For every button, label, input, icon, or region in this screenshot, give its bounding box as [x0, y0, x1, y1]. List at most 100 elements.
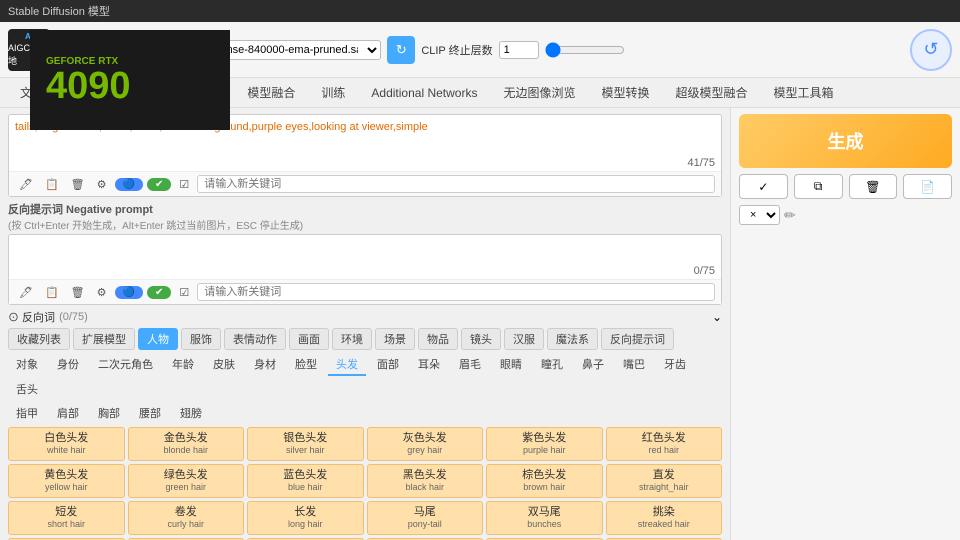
tag-black-hair[interactable]: 黑色头发black hair: [367, 464, 484, 498]
prompt-copy-btn[interactable]: 📋: [41, 176, 63, 193]
cat-tab-expr[interactable]: 表情动作: [224, 328, 286, 350]
neg-text: [9, 235, 721, 263]
save-result-btn[interactable]: 📄: [903, 174, 952, 199]
neg-copy-btn[interactable]: 📋: [41, 284, 63, 301]
fanword-count: (0/75): [59, 311, 88, 323]
fanword-label: ⊙ 反向词: [8, 309, 55, 325]
toggle-blue-btn[interactable]: 🔵: [115, 178, 143, 191]
negative-prompt-section: 反向提示词 Negative prompt (按 Ctrl+Enter 开始生成…: [8, 201, 722, 305]
prompt-clear-btn[interactable]: 🗑: [67, 176, 89, 193]
sub-tab-hair[interactable]: 头发: [328, 354, 366, 376]
tag-streaked-hair[interactable]: 挑染streaked hair: [606, 501, 723, 535]
generate-button[interactable]: 生成: [739, 114, 952, 168]
sub-tab-age[interactable]: 年龄: [164, 354, 202, 376]
sub-tab-shoulder[interactable]: 肩部: [49, 403, 87, 423]
tag-ponytail[interactable]: 马尾pony-tail: [367, 501, 484, 535]
tab-super-merge[interactable]: 超级模型融合: [664, 80, 760, 105]
sub-tab-obj[interactable]: 对象: [8, 354, 46, 376]
cat-tab-picture[interactable]: 画面: [289, 328, 329, 350]
negative-prompt-input[interactable]: [197, 283, 715, 301]
refresh-vae-icon[interactable]: ↻: [387, 36, 415, 64]
neg-clear-btn[interactable]: 🗑: [67, 284, 89, 301]
sub-tab-nail[interactable]: 指甲: [8, 403, 46, 423]
sub-tab-chest[interactable]: 胸部: [90, 403, 128, 423]
prompt-check-btn[interactable]: ☑: [175, 176, 193, 193]
tag-straight-hair[interactable]: 直发straight_hair: [606, 464, 723, 498]
right-panel: 生成 ✓ ⧉ 🗑 📄 × ✏: [730, 108, 960, 540]
sub-tab-anime[interactable]: 二次元角色: [90, 354, 161, 376]
clip-slider[interactable]: [545, 42, 625, 58]
prompt-settings-btn[interactable]: ⚙: [93, 176, 111, 193]
sub-tab-face[interactable]: 面部: [369, 354, 407, 376]
sub-tab-body[interactable]: 身材: [246, 354, 284, 376]
cat-tab-person[interactable]: 人物: [138, 328, 178, 350]
cat-tab-env[interactable]: 环境: [332, 328, 372, 350]
tag-twintails-bunches[interactable]: 双马尾bunches: [486, 501, 603, 535]
cat-tab-magic[interactable]: 魔法系: [547, 328, 598, 350]
tag-red-hair[interactable]: 红色头发red hair: [606, 427, 723, 461]
tag-curly-hair[interactable]: 卷发curly hair: [128, 501, 245, 535]
sub-tabs: 对象 身份 二次元角色 年龄 皮肤 身材 脸型 头发 面部 耳朵 眉毛 眼睛 瞳…: [8, 354, 722, 399]
sub-tab-teeth[interactable]: 牙齿: [656, 354, 694, 376]
tab-model-merge[interactable]: 模型融合: [235, 80, 307, 105]
tab-model-tools[interactable]: 模型工具箱: [762, 80, 846, 105]
delete-result-btn[interactable]: 🗑: [849, 174, 898, 199]
cat-tab-ext[interactable]: 扩展模型: [73, 328, 135, 350]
sub-tab-face-shape[interactable]: 脸型: [287, 354, 325, 376]
tab-image-browser[interactable]: 无边图像浏览: [491, 80, 587, 105]
sub-tab-pupil[interactable]: 瞳孔: [533, 354, 571, 376]
sub-tab-skin[interactable]: 皮肤: [205, 354, 243, 376]
cat-tab-item[interactable]: 物品: [418, 328, 458, 350]
neg-toggle-green-btn[interactable]: ✔: [147, 286, 171, 299]
tag-purple-hair[interactable]: 紫色头发purple hair: [486, 427, 603, 461]
tab-additional-networks[interactable]: Additional Networks: [359, 82, 489, 104]
pen-edit-btn[interactable]: ✏: [784, 207, 796, 224]
cat-tab-neg[interactable]: 反向提示词: [601, 328, 674, 350]
neg-edit-btn[interactable]: 🖊: [15, 284, 37, 301]
tag-yellow-hair[interactable]: 黄色头发yellow hair: [8, 464, 125, 498]
sub-tab-eyebrow[interactable]: 眉毛: [451, 354, 489, 376]
tab-model-convert[interactable]: 模型转换: [589, 80, 661, 105]
brand-logo: ↺: [910, 29, 952, 71]
cat-tab-lens[interactable]: 镜头: [461, 328, 501, 350]
tag-blonde-hair[interactable]: 金色头发blonde hair: [128, 427, 245, 461]
neg-settings-btn[interactable]: ⚙: [93, 284, 111, 301]
sub-tab-tongue[interactable]: 舌头: [8, 379, 46, 399]
cat-tab-fav[interactable]: 收藏列表: [8, 328, 70, 350]
prompt-edit-btn[interactable]: 🖊: [15, 176, 37, 193]
tag-short-hair[interactable]: 短发short hair: [8, 501, 125, 535]
tag-silver-hair[interactable]: 银色头发silver hair: [247, 427, 364, 461]
category-tabs: 收藏列表 扩展模型 人物 服饰 表情动作 画面 环境 场景 物品 镜头 汉服 魔…: [8, 328, 722, 350]
positive-prompt-input[interactable]: [197, 175, 715, 193]
neg-prompt-box: 0/75 🖊 📋 🗑 ⚙ 🔵 ✔ ☑: [8, 234, 722, 305]
neg-check-btn[interactable]: ☑: [175, 284, 193, 301]
neg-toggle-blue-btn[interactable]: 🔵: [115, 286, 143, 299]
cat-tab-hanfu[interactable]: 汉服: [504, 328, 544, 350]
copy-result-btn[interactable]: ⧉: [794, 174, 843, 199]
sub-tab-id[interactable]: 身份: [49, 354, 87, 376]
sub-tab-eye[interactable]: 眼睛: [492, 354, 530, 376]
cat-tab-scene[interactable]: 场景: [375, 328, 415, 350]
confirm-btn[interactable]: ✓: [739, 174, 788, 199]
sub-tab-wings[interactable]: 翅膀: [172, 403, 210, 423]
tag-white-hair[interactable]: 白色头发white hair: [8, 427, 125, 461]
sub-tabs-2: 指甲 肩部 胸部 腰部 翅膀: [8, 403, 722, 423]
cat-tab-cloth[interactable]: 服饰: [181, 328, 221, 350]
x-select[interactable]: ×: [739, 205, 780, 225]
sub-tab-waist[interactable]: 腰部: [131, 403, 169, 423]
toggle-green-btn[interactable]: ✔: [147, 178, 171, 191]
fanword-chevron[interactable]: ⌄: [712, 310, 722, 324]
tag-blue-hair[interactable]: 蓝色头发blue hair: [247, 464, 364, 498]
sub-tab-ear[interactable]: 耳朵: [410, 354, 448, 376]
tag-brown-hair[interactable]: 棕色头发brown hair: [486, 464, 603, 498]
sub-tab-mouth[interactable]: 嘴巴: [615, 354, 653, 376]
action-buttons: ✓ ⧉ 🗑 📄: [739, 174, 952, 199]
tag-green-hair[interactable]: 绿色头发green hair: [128, 464, 245, 498]
tag-long-hair[interactable]: 长发long hair: [247, 501, 364, 535]
tab-train[interactable]: 训练: [309, 80, 357, 105]
clip-input[interactable]: [499, 41, 539, 59]
sub-tab-nose[interactable]: 鼻子: [574, 354, 612, 376]
fanword-section: ⊙ 反向词 (0/75) ⌄ 收藏列表 扩展模型 人物 服饰 表情动作 画面 环…: [8, 309, 722, 540]
tag-grey-hair[interactable]: 灰色头发grey hair: [367, 427, 484, 461]
tags-grid: 白色头发white hair 金色头发blonde hair 银色头发silve…: [8, 427, 722, 540]
